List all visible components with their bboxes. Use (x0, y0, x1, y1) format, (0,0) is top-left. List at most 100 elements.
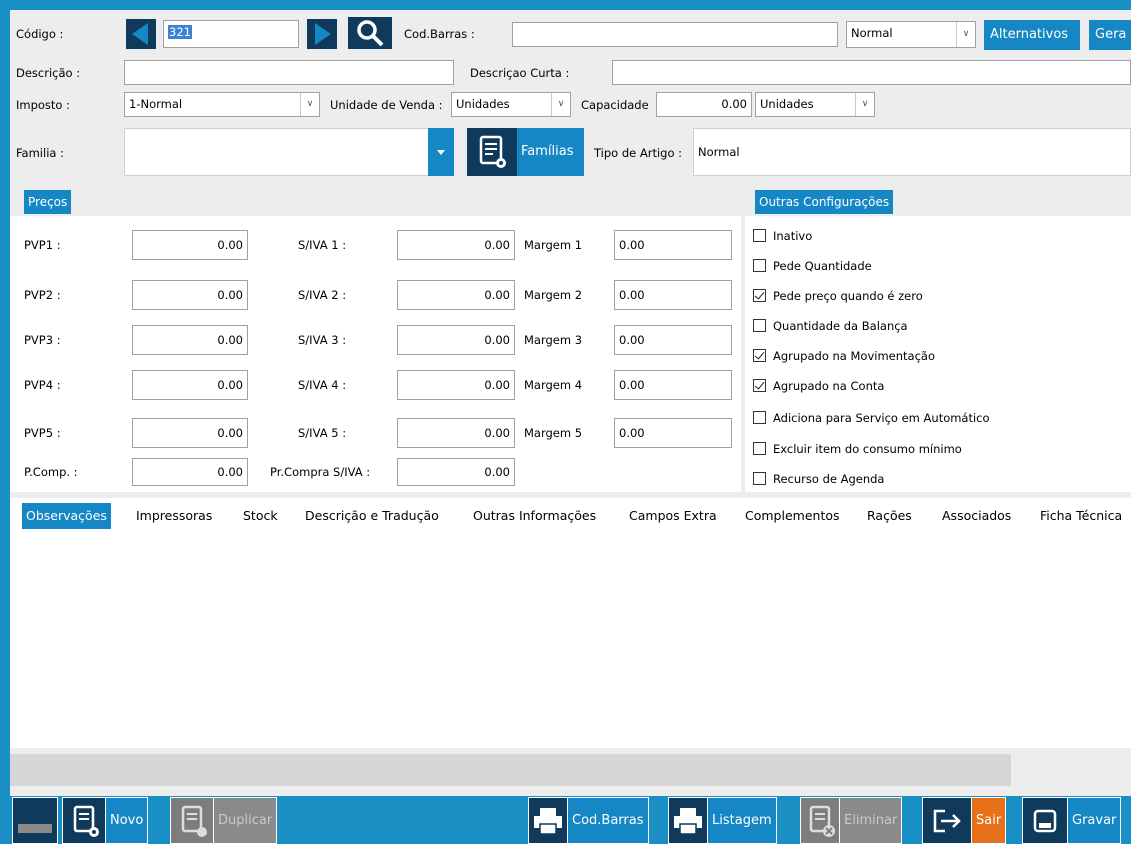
option-checkbox[interactable]: Agrupado na Conta (753, 378, 884, 396)
checkbox-icon[interactable] (753, 472, 766, 485)
capacidade-input[interactable]: 0.00 (656, 92, 752, 117)
next-record-button[interactable] (307, 19, 337, 49)
familias-icon-button[interactable] (467, 128, 517, 176)
unidade-venda-select[interactable]: Unidades ∨ (451, 92, 571, 117)
pvp-label: PVP3 : (24, 333, 61, 347)
checkbox-icon[interactable] (753, 349, 766, 362)
chevron-down-icon: ∨ (300, 93, 319, 116)
tab-item[interactable]: Observações (22, 503, 111, 529)
margem-input[interactable]: 0.00 (614, 280, 732, 310)
horizontal-scrollbar[interactable] (10, 754, 1011, 786)
tipo-artigo-label: Tipo de Artigo : (594, 146, 683, 160)
gravar-button[interactable]: Gravar (1022, 797, 1122, 844)
prcompra-label: Pr.Compra S/IVA : (270, 465, 371, 479)
cod-barras-print-button[interactable]: Cod.Barras (528, 797, 649, 844)
delete-document-icon (809, 805, 835, 837)
familia-label: Familia : (16, 146, 64, 160)
save-icon (1033, 809, 1057, 832)
sair-button[interactable]: Sair (922, 797, 1007, 844)
familias-button[interactable]: Famílias (517, 128, 584, 176)
checkbox-icon[interactable] (753, 259, 766, 272)
option-label: Adiciona para Serviço em Automático (773, 411, 990, 425)
tab-item[interactable]: Complementos (745, 503, 840, 529)
tab-item[interactable]: Ficha Técnica (1040, 503, 1122, 529)
novo-button[interactable]: Novo (62, 797, 149, 844)
duplicate-icon-wrap (170, 797, 214, 844)
checkbox-icon[interactable] (753, 229, 766, 242)
listagem-label: Listagem (708, 797, 777, 844)
tab-item[interactable]: Campos Extra (629, 503, 717, 529)
pvp-input[interactable]: 0.00 (132, 280, 248, 310)
gerar-button[interactable]: Gera (1089, 20, 1131, 50)
familia-dropdown-button[interactable] (428, 128, 454, 176)
checkbox-icon[interactable] (753, 289, 766, 302)
descricao-curta-input[interactable] (612, 60, 1131, 85)
pvp-input[interactable]: 0.00 (132, 370, 248, 400)
option-label: Agrupado na Movimentação (773, 349, 935, 363)
tab-item[interactable]: Associados (942, 503, 1011, 529)
prcompra-input[interactable]: 0.00 (397, 458, 515, 486)
pvp-label: PVP4 : (24, 378, 61, 392)
option-checkbox[interactable]: Excluir item do consumo mínimo (753, 441, 962, 459)
duplicar-button[interactable]: Duplicar (170, 797, 278, 844)
checkbox-icon[interactable] (753, 379, 766, 392)
margem-input[interactable]: 0.00 (614, 370, 732, 400)
keyboard-icon-wrap (12, 797, 58, 844)
pvp-input[interactable]: 0.00 (132, 230, 248, 260)
siva-input[interactable]: 0.00 (397, 370, 515, 400)
listagem-button[interactable]: Listagem (668, 797, 777, 844)
new-document-icon-wrap (62, 797, 106, 844)
save-icon-wrap (1022, 797, 1068, 844)
keyboard-icon (18, 823, 52, 833)
capacidade-unit-select[interactable]: Unidades ∨ (755, 92, 875, 117)
siva-label: S/IVA 2 : (298, 288, 347, 302)
tab-item[interactable]: Rações (867, 503, 912, 529)
option-checkbox[interactable]: Pede Quantidade (753, 258, 872, 276)
keyboard-button[interactable] (12, 797, 58, 844)
codigo-input[interactable]: 321 (163, 20, 299, 48)
gravar-label: Gravar (1068, 797, 1122, 844)
margem-label: Margem 2 (524, 288, 583, 302)
pvp-input[interactable]: 0.00 (132, 418, 248, 448)
tab-item[interactable]: Stock (243, 503, 278, 529)
tab-item[interactable]: Outras Informações (473, 503, 596, 529)
option-checkbox[interactable]: Inativo (753, 228, 812, 246)
checkbox-icon[interactable] (753, 442, 766, 455)
margem-input[interactable]: 0.00 (614, 418, 732, 448)
option-checkbox[interactable]: Quantidade da Balança (753, 318, 908, 336)
siva-input[interactable]: 0.00 (397, 325, 515, 355)
type-select[interactable]: Normal ∨ (846, 21, 976, 48)
siva-input[interactable]: 0.00 (397, 418, 515, 448)
descricao-input[interactable] (124, 60, 454, 85)
option-checkbox[interactable]: Pede preço quando é zero (753, 288, 923, 306)
option-label: Inativo (773, 229, 813, 243)
pvp-input[interactable]: 0.00 (132, 325, 248, 355)
pcomp-input[interactable]: 0.00 (132, 458, 248, 486)
cod-barras-input[interactable] (512, 22, 838, 47)
eliminar-button[interactable]: Eliminar (800, 797, 903, 844)
tab-item[interactable]: Descrição e Tradução (305, 503, 439, 529)
option-checkbox[interactable]: Recurso de Agenda (753, 471, 884, 489)
exit-icon (933, 809, 961, 832)
option-checkbox[interactable]: Agrupado na Movimentação (753, 348, 935, 366)
observacoes-content[interactable] (10, 534, 1131, 748)
margem-input[interactable]: 0.00 (614, 325, 732, 355)
imposto-select[interactable]: 1-Normal ∨ (124, 92, 320, 117)
familia-input[interactable] (124, 128, 430, 176)
search-button[interactable] (348, 17, 392, 49)
checkbox-icon[interactable] (753, 319, 766, 332)
siva-input[interactable]: 0.00 (397, 230, 515, 260)
option-label: Agrupado na Conta (773, 379, 885, 393)
margem-label: Margem 1 (524, 238, 583, 252)
option-checkbox[interactable]: Adiciona para Serviço em Automático (753, 410, 990, 428)
margem-input[interactable]: 0.00 (614, 230, 732, 260)
tab-item[interactable]: Impressoras (136, 503, 212, 529)
previous-record-button[interactable] (126, 19, 156, 49)
siva-input[interactable]: 0.00 (397, 280, 515, 310)
delete-icon-wrap (800, 797, 840, 844)
option-label: Pede Quantidade (773, 259, 872, 273)
alternativos-button[interactable]: Alternativos (984, 20, 1080, 50)
descricao-curta-label: Descriçao Curta : (470, 66, 570, 80)
tipo-artigo-select[interactable]: Normal (693, 128, 1131, 176)
checkbox-icon[interactable] (753, 411, 766, 424)
